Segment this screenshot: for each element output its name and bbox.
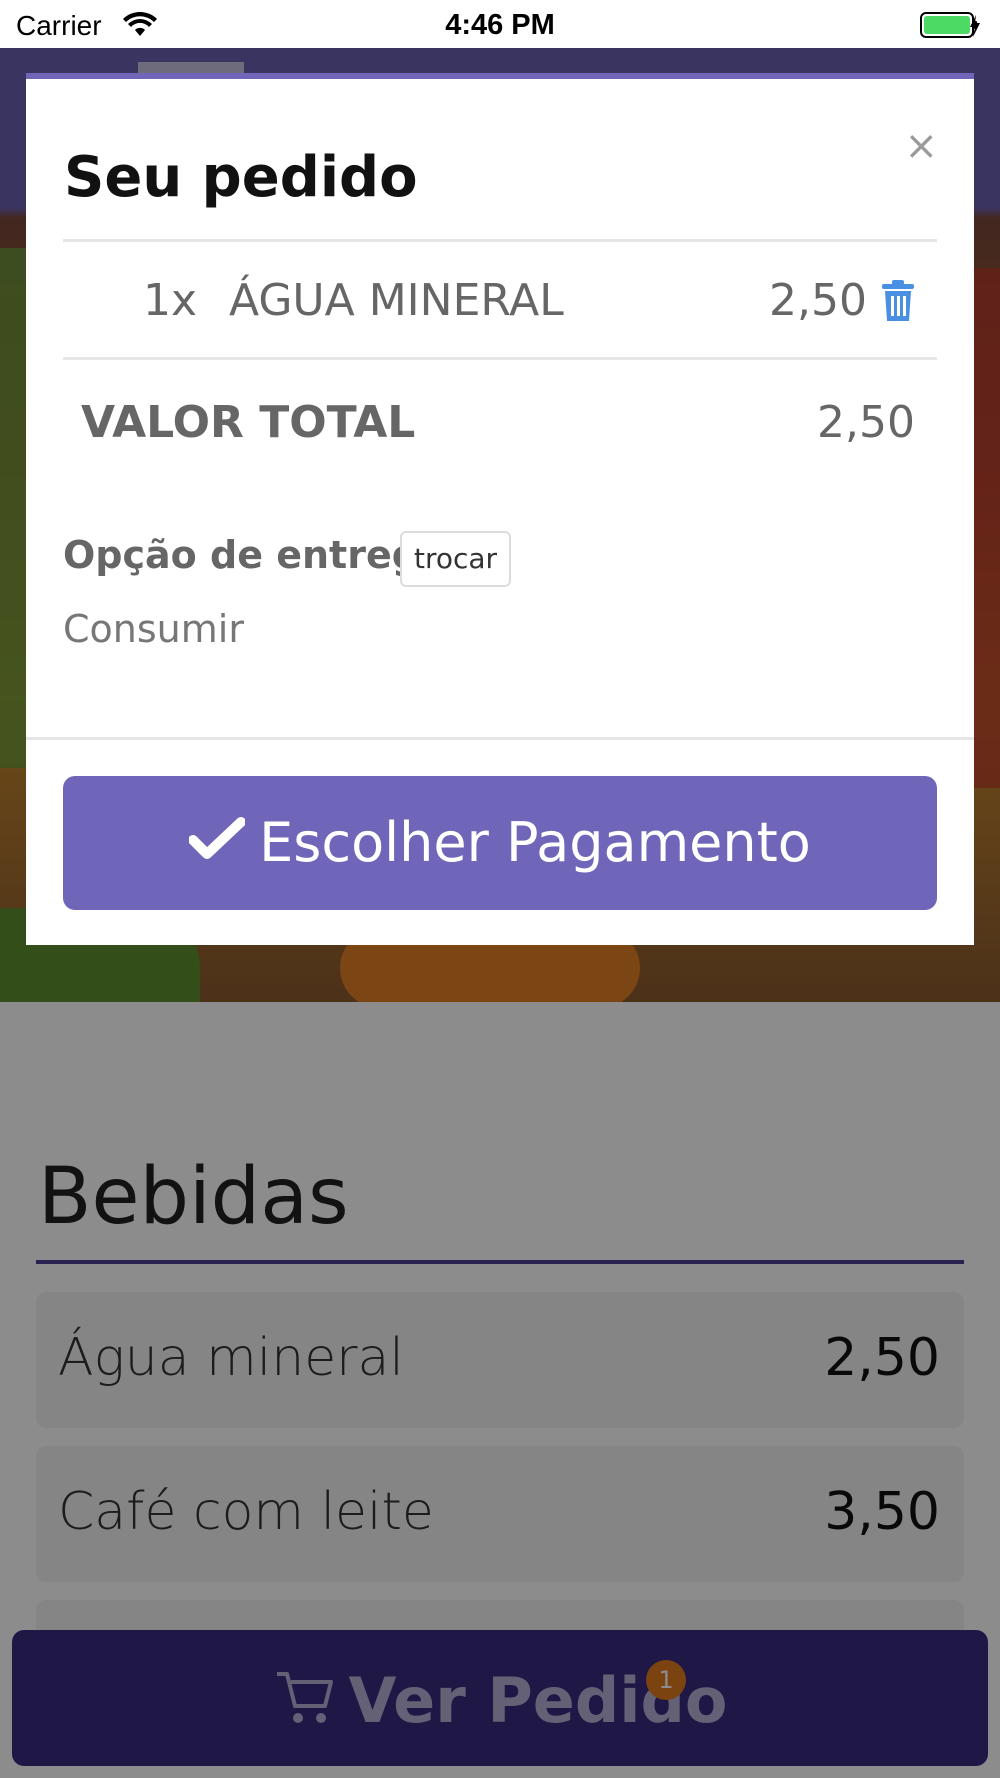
order-modal: × Seu pedido 1x ÁGUA MINERAL 2,50 VALOR … — [26, 73, 974, 945]
divider — [26, 737, 974, 740]
delivery-option-value: Consumir — [63, 607, 244, 651]
close-icon[interactable]: × — [904, 123, 938, 169]
order-total-row: VALOR TOTAL 2,50 — [63, 361, 937, 471]
divider — [63, 239, 937, 242]
order-item-qty: 1x — [143, 275, 198, 326]
order-item-name: ÁGUA MINERAL — [229, 275, 564, 326]
total-label: VALOR TOTAL — [81, 397, 416, 448]
modal-title: Seu pedido — [64, 145, 418, 210]
delivery-option-label: Opção de entrega — [63, 533, 445, 577]
order-item-price: 2,50 — [769, 275, 867, 326]
divider — [63, 357, 937, 360]
status-bar: Carrier 4:46 PM — [0, 0, 1000, 48]
battery-icon — [920, 11, 982, 44]
choose-payment-label: Escolher Pagamento — [259, 811, 811, 874]
trash-icon[interactable] — [879, 279, 917, 327]
order-item-row: 1x ÁGUA MINERAL 2,50 — [63, 243, 937, 357]
choose-payment-button[interactable]: Escolher Pagamento — [63, 776, 937, 910]
change-delivery-button[interactable]: trocar — [400, 531, 512, 587]
status-time: 4:46 PM — [445, 9, 555, 41]
check-icon — [188, 775, 247, 909]
total-value: 2,50 — [817, 397, 915, 448]
